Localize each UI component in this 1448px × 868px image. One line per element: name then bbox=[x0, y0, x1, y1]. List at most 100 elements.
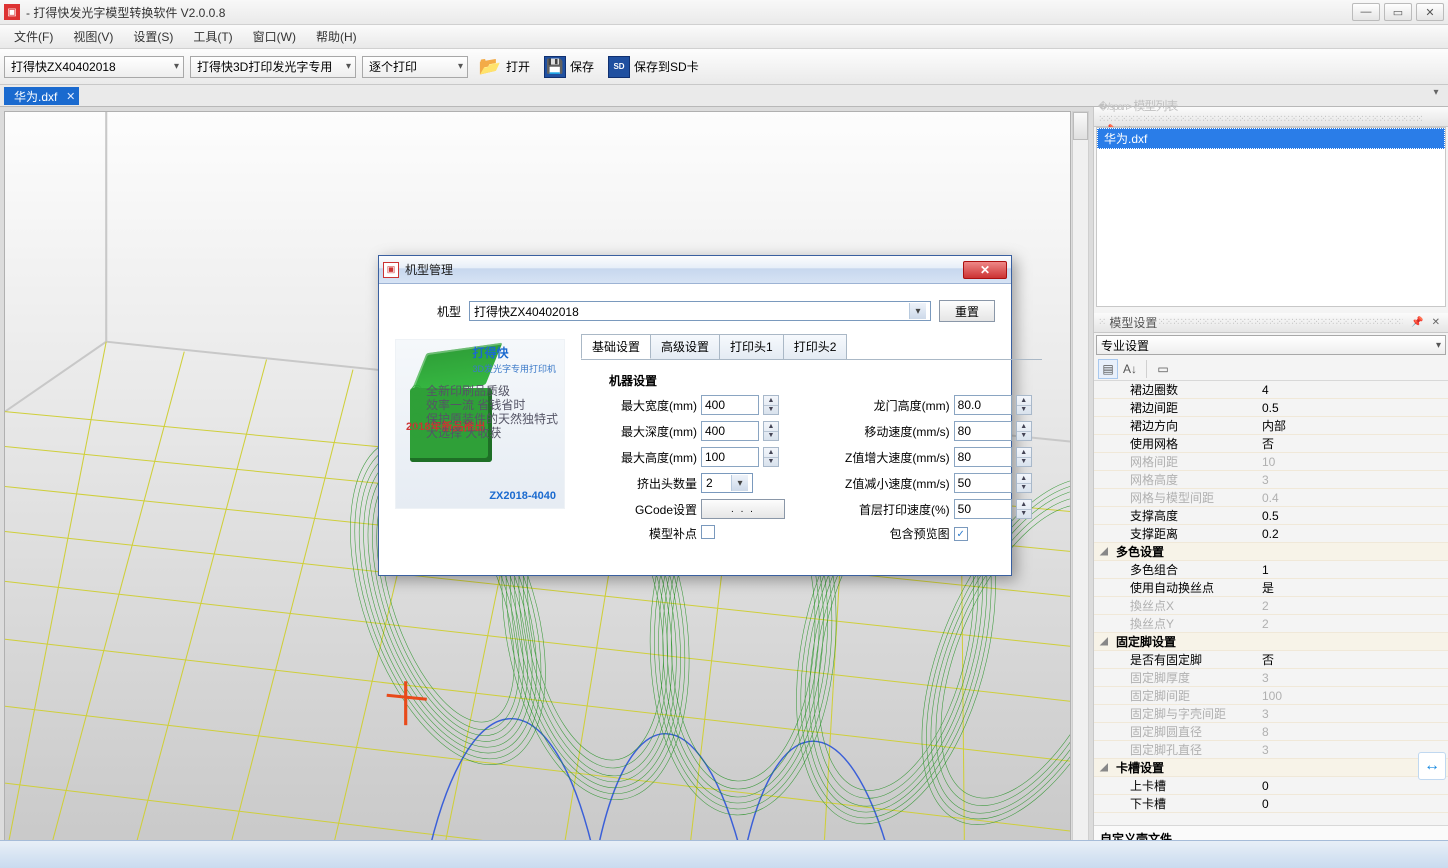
menubar: 文件(F) 视图(V) 设置(S) 工具(T) 窗口(W) 帮助(H) bbox=[0, 25, 1448, 49]
save-label: 保存 bbox=[570, 58, 594, 75]
menu-view[interactable]: 视图(V) bbox=[63, 25, 123, 48]
menu-settings[interactable]: 设置(S) bbox=[123, 25, 183, 48]
property-group[interactable]: ◢卡槽设置 bbox=[1094, 759, 1448, 777]
max-height-input[interactable] bbox=[701, 447, 759, 467]
property-row[interactable]: 固定脚与字壳间距3 bbox=[1094, 705, 1448, 723]
menu-help[interactable]: 帮助(H) bbox=[306, 25, 367, 48]
property-row[interactable]: 固定脚厚度3 bbox=[1094, 669, 1448, 687]
spinner[interactable]: ▲▼ bbox=[1016, 473, 1032, 493]
move-speed-label: 移动速度(mm/s) bbox=[811, 423, 950, 440]
tab-basic[interactable]: 基础设置 bbox=[581, 334, 651, 359]
property-group[interactable]: ◢固定脚设置 bbox=[1094, 633, 1448, 651]
property-row[interactable]: 裙边间距0.5 bbox=[1094, 399, 1448, 417]
categorized-view-button[interactable]: ▤ bbox=[1098, 359, 1118, 379]
property-row[interactable]: 下卡槽0 bbox=[1094, 795, 1448, 813]
taskbar[interactable] bbox=[0, 840, 1448, 868]
property-row[interactable]: 是否有固定脚否 bbox=[1094, 651, 1448, 669]
property-row[interactable]: 裙边圈数4 bbox=[1094, 381, 1448, 399]
dialog-tabs: 基础设置 高级设置 打印头1 打印头2 bbox=[581, 334, 1042, 360]
menu-tools[interactable]: 工具(T) bbox=[183, 25, 242, 48]
reset-button[interactable]: 重置 bbox=[939, 300, 995, 322]
property-row[interactable]: 支撑距离0.2 bbox=[1094, 525, 1448, 543]
property-row[interactable]: 网格间距10 bbox=[1094, 453, 1448, 471]
menu-file[interactable]: 文件(F) bbox=[4, 25, 63, 48]
folder-open-icon: 📂 bbox=[478, 55, 502, 79]
dialog-close-button[interactable]: ✕ bbox=[963, 261, 1007, 279]
machine-select[interactable]: 打得快ZX40402018 bbox=[4, 56, 184, 78]
spinner[interactable]: ▲▼ bbox=[1016, 499, 1032, 519]
model-settings-header: ⁙ 模型设置 ⁙⁙⁙⁙⁙⁙⁙⁙⁙⁙⁙⁙⁙⁙⁙⁙⁙⁙⁙⁙⁙⁙⁙⁙⁙⁙⁙⁙⁙⁙⁙⁙⁙… bbox=[1094, 313, 1448, 333]
max-depth-label: 最大深度(mm) bbox=[621, 423, 697, 440]
vertical-scrollbar[interactable] bbox=[1072, 111, 1089, 862]
maximize-button[interactable]: ▭ bbox=[1384, 3, 1412, 21]
gantry-input[interactable] bbox=[954, 395, 1012, 415]
max-width-label: 最大宽度(mm) bbox=[621, 397, 697, 414]
property-row[interactable]: 裙边方向内部 bbox=[1094, 417, 1448, 435]
spinner[interactable]: ▲▼ bbox=[1016, 447, 1032, 467]
property-pages-button[interactable]: ▭ bbox=[1153, 359, 1173, 379]
property-row[interactable]: 支撑高度0.5 bbox=[1094, 507, 1448, 525]
model-list-title: 模型列表 bbox=[1133, 99, 1177, 113]
property-row[interactable]: 网格与模型间距0.4 bbox=[1094, 489, 1448, 507]
machine-combo[interactable]: 打得快ZX40402018 bbox=[469, 301, 931, 321]
extruders-select[interactable]: 2 bbox=[701, 473, 753, 493]
z-up-input[interactable] bbox=[954, 447, 1012, 467]
model-patch-checkbox[interactable] bbox=[701, 525, 715, 539]
settings-mode-select[interactable]: 专业设置 bbox=[1096, 335, 1446, 355]
close-tab-icon[interactable]: ✕ bbox=[66, 90, 75, 103]
property-row[interactable]: 使用自动换丝点是 bbox=[1094, 579, 1448, 597]
property-group[interactable]: ◢多色设置 bbox=[1094, 543, 1448, 561]
toolbar: 打得快ZX40402018 打得快3D打印发光字专用 逐个打印 📂 打开 💾 保… bbox=[0, 49, 1448, 85]
open-button[interactable]: 📂 打开 bbox=[474, 53, 534, 81]
z-down-input[interactable] bbox=[954, 473, 1012, 493]
property-row[interactable]: 換丝点X2 bbox=[1094, 597, 1448, 615]
tab-head1[interactable]: 打印头1 bbox=[719, 334, 784, 359]
minimize-button[interactable]: — bbox=[1352, 3, 1380, 21]
teamviewer-icon[interactable]: ↔ bbox=[1418, 752, 1446, 780]
max-width-input[interactable] bbox=[701, 395, 759, 415]
first-layer-input[interactable] bbox=[954, 499, 1012, 519]
menu-window[interactable]: 窗口(W) bbox=[243, 25, 306, 48]
document-tab[interactable]: 华为.dxf ✕ bbox=[4, 87, 79, 105]
property-row[interactable]: 固定脚孔直径3 bbox=[1094, 741, 1448, 759]
machine-form: 最大宽度(mm) ▲▼ 龙门高度(mm) ▲▼ 最大深度(mm) ▲▼ 移动速度… bbox=[621, 395, 1038, 542]
first-layer-label: 首层打印速度(%) bbox=[811, 501, 950, 518]
pin-icon[interactable]: 📌 bbox=[1411, 317, 1423, 328]
model-list-item[interactable]: 华为.dxf bbox=[1097, 128, 1445, 149]
max-depth-input[interactable] bbox=[701, 421, 759, 441]
model-list-header: �/span> 模型列表 ⁙⁙⁙⁙⁙⁙⁙⁙⁙⁙⁙⁙⁙⁙⁙⁙⁙⁙⁙⁙⁙⁙⁙⁙⁙⁙⁙… bbox=[1094, 107, 1448, 127]
property-row[interactable]: 固定脚间距100 bbox=[1094, 687, 1448, 705]
tab-head2[interactable]: 打印头2 bbox=[783, 334, 848, 359]
property-row[interactable]: 多色组合1 bbox=[1094, 561, 1448, 579]
preview-checkbox[interactable]: ✓ bbox=[954, 527, 968, 541]
property-row[interactable]: 使用网格否 bbox=[1094, 435, 1448, 453]
spinner[interactable]: ▲▼ bbox=[763, 395, 779, 415]
profile-select[interactable]: 打得快3D打印发光字专用 bbox=[190, 56, 356, 78]
model-list[interactable]: 华为.dxf bbox=[1096, 127, 1446, 307]
property-row[interactable]: 換丝点Y2 bbox=[1094, 615, 1448, 633]
spinner[interactable]: ▲▼ bbox=[1016, 421, 1032, 441]
spinner[interactable]: ▲▼ bbox=[763, 421, 779, 441]
app-icon: ▣ bbox=[4, 4, 20, 20]
save-sd-label: 保存到SD卡 bbox=[634, 58, 699, 75]
panel-close-icon[interactable]: ✕ bbox=[1432, 317, 1440, 328]
save-sd-button[interactable]: SD 保存到SD卡 bbox=[604, 54, 703, 80]
close-button[interactable]: ✕ bbox=[1416, 3, 1444, 21]
tab-advanced[interactable]: 高级设置 bbox=[650, 334, 720, 359]
save-button[interactable]: 💾 保存 bbox=[540, 54, 598, 80]
property-grid[interactable]: 裙边圈数4裙边间距0.5裙边方向内部使用网格否网格间距10网格高度3网格与模型间… bbox=[1094, 381, 1448, 825]
alphabetical-view-button[interactable]: A↓ bbox=[1120, 359, 1140, 379]
gcode-label: GCode设置 bbox=[621, 501, 697, 518]
property-row[interactable]: 固定脚圆直径8 bbox=[1094, 723, 1448, 741]
property-row[interactable]: 上卡槽0 bbox=[1094, 777, 1448, 795]
spinner[interactable]: ▲▼ bbox=[1016, 395, 1032, 415]
dialog-titlebar[interactable]: ▣ 机型管理 ✕ bbox=[379, 256, 1011, 284]
z-up-label: Z值增大速度(mm/s) bbox=[811, 449, 950, 466]
max-height-label: 最大高度(mm) bbox=[621, 449, 697, 466]
print-mode-select[interactable]: 逐个打印 bbox=[362, 56, 468, 78]
property-row[interactable]: 网格高度3 bbox=[1094, 471, 1448, 489]
spinner[interactable]: ▲▼ bbox=[763, 447, 779, 467]
move-speed-input[interactable] bbox=[954, 421, 1012, 441]
gcode-button[interactable]: . . . bbox=[701, 499, 785, 519]
window-title: - 打得快发光字模型转换软件 V2.0.0.8 bbox=[26, 4, 1352, 21]
